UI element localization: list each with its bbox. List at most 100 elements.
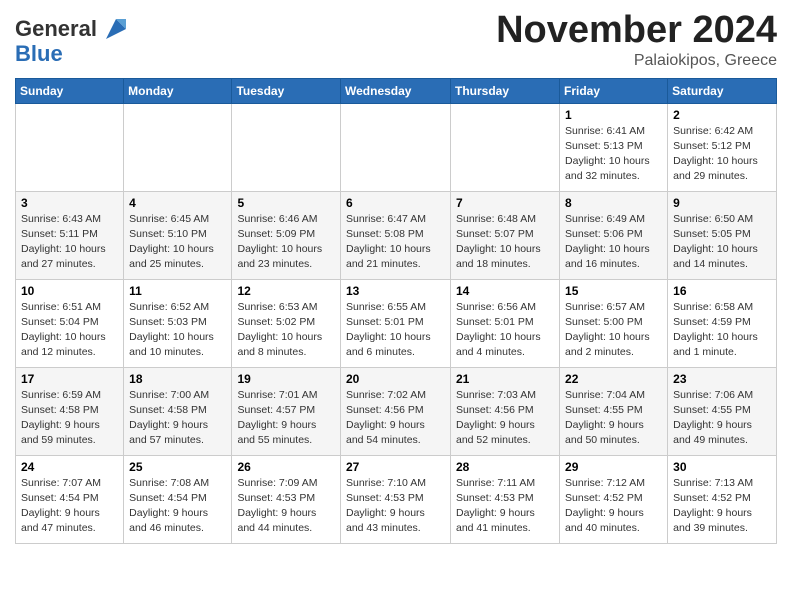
day-number: 21 (456, 372, 554, 386)
day-info: Sunrise: 6:48 AMSunset: 5:07 PMDaylight:… (456, 212, 554, 273)
day-number: 4 (129, 196, 226, 210)
table-row: 24Sunrise: 7:07 AMSunset: 4:54 PMDayligh… (16, 455, 124, 543)
day-number: 7 (456, 196, 554, 210)
logo-icon (102, 15, 130, 43)
table-row: 29 Sunrise: 7:12 AMSunset: 4:52 PMDayligh… (560, 455, 668, 543)
table-row (341, 103, 451, 191)
day-number: 11 (129, 284, 226, 298)
day-info: Sunrise: 7:03 AMSunset: 4:56 PMDaylight:… (456, 388, 554, 449)
location: Palaiokipos, Greece (496, 52, 777, 70)
day-info: Sunrise: 6:53 AMSunset: 5:02 PMDaylight:… (237, 300, 335, 361)
table-row: 12 Sunrise: 6:53 AMSunset: 5:02 PMDayligh… (232, 279, 341, 367)
day-info: Sunrise: 7:02 AMSunset: 4:56 PMDaylight:… (346, 388, 445, 449)
day-number: 28 (456, 460, 554, 474)
day-number: 1 (565, 108, 662, 122)
calendar-table: Sunday Monday Tuesday Wednesday Thursday… (15, 78, 777, 544)
day-number: 22 (565, 372, 662, 386)
table-row: 22 Sunrise: 7:04 AMSunset: 4:55 PMDayligh… (560, 367, 668, 455)
day-number: 23 (673, 372, 771, 386)
day-info: Sunrise: 6:51 AMSunset: 5:04 PMDaylight:… (21, 300, 118, 361)
day-info: Sunrise: 7:06 AMSunset: 4:55 PMDaylight:… (673, 388, 771, 449)
col-tuesday: Tuesday (232, 78, 341, 103)
day-info: Sunrise: 7:08 AMSunset: 4:54 PMDaylight:… (129, 476, 226, 537)
day-info: Sunrise: 6:45 AMSunset: 5:10 PMDaylight:… (129, 212, 226, 273)
table-row: 18 Sunrise: 7:00 AMSunset: 4:58 PMDayligh… (124, 367, 232, 455)
table-row: 10 Sunrise: 6:51 AMSunset: 5:04 PMDayligh… (16, 279, 124, 367)
day-info: Sunrise: 7:10 AMSunset: 4:53 PMDaylight:… (346, 476, 445, 537)
table-row (124, 103, 232, 191)
day-number: 18 (129, 372, 226, 386)
day-info: Sunrise: 6:56 AMSunset: 5:01 PMDaylight:… (456, 300, 554, 361)
col-wednesday: Wednesday (341, 78, 451, 103)
day-number: 30 (673, 460, 771, 474)
day-info: Sunrise: 6:43 AMSunset: 5:11 PMDaylight:… (21, 212, 118, 273)
table-row: 16 Sunrise: 6:58 AMSunset: 4:59 PMDayligh… (668, 279, 777, 367)
day-info: Sunrise: 6:46 AMSunset: 5:09 PMDaylight:… (237, 212, 335, 273)
day-info: Sunrise: 6:50 AMSunset: 5:05 PMDaylight:… (673, 212, 771, 273)
title-block: November 2024 Palaiokipos, Greece (496, 10, 777, 70)
month-title: November 2024 (496, 10, 777, 52)
day-info: Sunrise: 7:04 AMSunset: 4:55 PMDaylight:… (565, 388, 662, 449)
table-row (16, 103, 124, 191)
table-row: 5Sunrise: 6:46 AMSunset: 5:09 PMDaylight… (232, 191, 341, 279)
table-row: 26 Sunrise: 7:09 AMSunset: 4:53 PMDayligh… (232, 455, 341, 543)
table-row: 27 Sunrise: 7:10 AMSunset: 4:53 PMDayligh… (341, 455, 451, 543)
calendar-header-row: Sunday Monday Tuesday Wednesday Thursday… (16, 78, 777, 103)
logo-general-text: General (15, 18, 97, 40)
day-info: Sunrise: 6:57 AMSunset: 5:00 PMDaylight:… (565, 300, 662, 361)
table-row (232, 103, 341, 191)
day-info: Sunrise: 6:59 AMSunset: 4:58 PMDaylight:… (21, 388, 118, 449)
table-row: 20 Sunrise: 7:02 AMSunset: 4:56 PMDayligh… (341, 367, 451, 455)
day-info: Sunrise: 6:49 AMSunset: 5:06 PMDaylight:… (565, 212, 662, 273)
table-row: 28 Sunrise: 7:11 AMSunset: 4:53 PMDayligh… (451, 455, 560, 543)
day-info: Sunrise: 7:01 AMSunset: 4:57 PMDaylight:… (237, 388, 335, 449)
table-row (451, 103, 560, 191)
day-number: 26 (237, 460, 335, 474)
day-info: Sunrise: 6:52 AMSunset: 5:03 PMDaylight:… (129, 300, 226, 361)
table-row: 3Sunrise: 6:43 AMSunset: 5:11 PMDaylight… (16, 191, 124, 279)
day-number: 6 (346, 196, 445, 210)
day-info: Sunrise: 7:11 AMSunset: 4:53 PMDaylight:… (456, 476, 554, 537)
table-row: 19Sunrise: 7:01 AMSunset: 4:57 PMDayligh… (232, 367, 341, 455)
header: General Blue November 2024 Palaiokipos, … (15, 10, 777, 70)
table-row: 14 Sunrise: 6:56 AMSunset: 5:01 PMDayligh… (451, 279, 560, 367)
day-info: Sunrise: 7:12 AMSunset: 4:52 PMDaylight:… (565, 476, 662, 537)
table-row: 7 Sunrise: 6:48 AMSunset: 5:07 PMDaylight… (451, 191, 560, 279)
col-sunday: Sunday (16, 78, 124, 103)
day-info: Sunrise: 7:09 AMSunset: 4:53 PMDaylight:… (237, 476, 335, 537)
table-row: 23 Sunrise: 7:06 AMSunset: 4:55 PMDayligh… (668, 367, 777, 455)
day-info: Sunrise: 6:41 AMSunset: 5:13 PMDaylight:… (565, 124, 662, 185)
day-number: 25 (129, 460, 226, 474)
day-number: 16 (673, 284, 771, 298)
day-number: 10 (21, 284, 118, 298)
day-number: 8 (565, 196, 662, 210)
table-row: 25 Sunrise: 7:08 AMSunset: 4:54 PMDayligh… (124, 455, 232, 543)
logo-blue-text: Blue (15, 41, 63, 66)
calendar-week-row: 10 Sunrise: 6:51 AMSunset: 5:04 PMDayligh… (16, 279, 777, 367)
day-info: Sunrise: 7:07 AMSunset: 4:54 PMDaylight:… (21, 476, 118, 537)
day-number: 17 (21, 372, 118, 386)
page: General Blue November 2024 Palaiokipos, … (0, 0, 792, 559)
table-row: 11 Sunrise: 6:52 AMSunset: 5:03 PMDayligh… (124, 279, 232, 367)
day-info: Sunrise: 6:42 AMSunset: 5:12 PMDaylight:… (673, 124, 771, 185)
col-thursday: Thursday (451, 78, 560, 103)
day-info: Sunrise: 7:13 AMSunset: 4:52 PMDaylight:… (673, 476, 771, 537)
day-number: 20 (346, 372, 445, 386)
day-number: 27 (346, 460, 445, 474)
calendar-week-row: 3Sunrise: 6:43 AMSunset: 5:11 PMDaylight… (16, 191, 777, 279)
table-row: 8 Sunrise: 6:49 AMSunset: 5:06 PMDaylight… (560, 191, 668, 279)
table-row: 15Sunrise: 6:57 AMSunset: 5:00 PMDayligh… (560, 279, 668, 367)
day-number: 14 (456, 284, 554, 298)
table-row: 1 Sunrise: 6:41 AMSunset: 5:13 PMDaylight… (560, 103, 668, 191)
day-number: 29 (565, 460, 662, 474)
col-monday: Monday (124, 78, 232, 103)
table-row: 17 Sunrise: 6:59 AMSunset: 4:58 PMDayligh… (16, 367, 124, 455)
day-number: 12 (237, 284, 335, 298)
table-row: 6Sunrise: 6:47 AMSunset: 5:08 PMDaylight… (341, 191, 451, 279)
col-saturday: Saturday (668, 78, 777, 103)
table-row: 21 Sunrise: 7:03 AMSunset: 4:56 PMDayligh… (451, 367, 560, 455)
calendar-week-row: 17 Sunrise: 6:59 AMSunset: 4:58 PMDayligh… (16, 367, 777, 455)
day-number: 13 (346, 284, 445, 298)
day-info: Sunrise: 7:00 AMSunset: 4:58 PMDaylight:… (129, 388, 226, 449)
day-info: Sunrise: 6:58 AMSunset: 4:59 PMDaylight:… (673, 300, 771, 361)
